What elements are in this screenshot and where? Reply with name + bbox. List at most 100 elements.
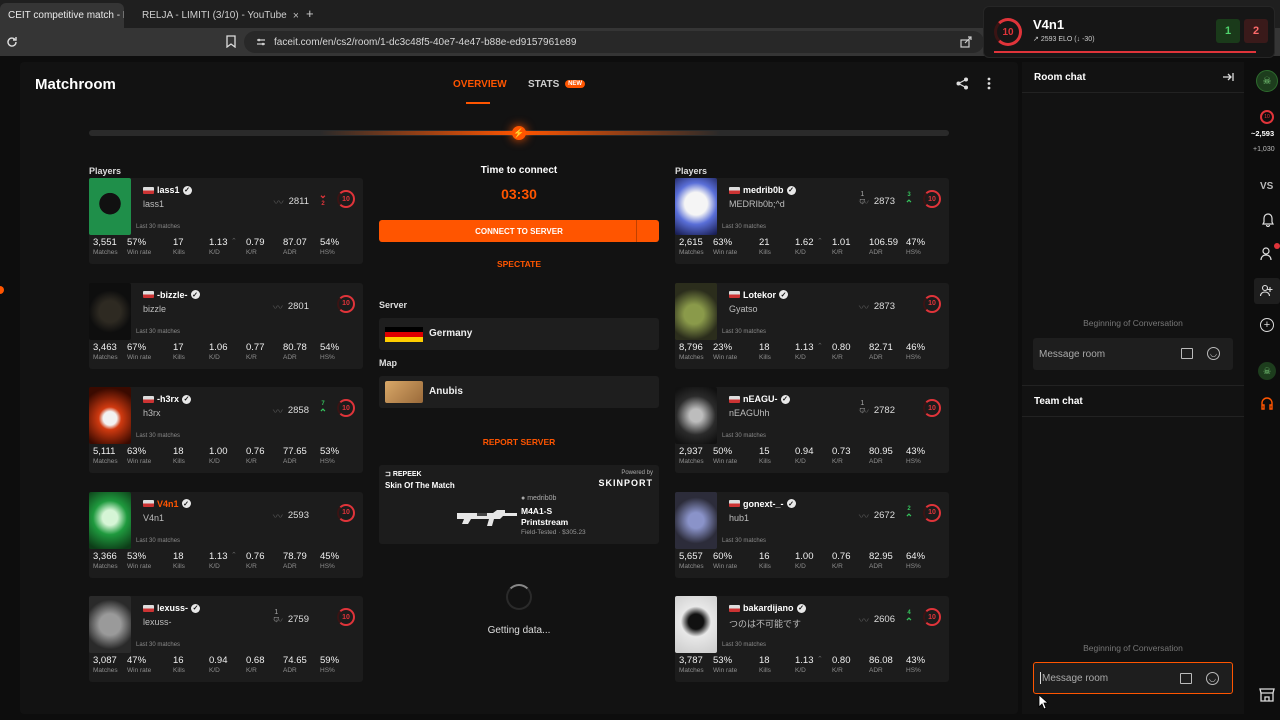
player-avatar[interactable]	[675, 596, 717, 653]
player-card[interactable]: lass1 ✓ lass1 〰 2811 ⌄ 2 10 Last 30 matches 3,551…	[89, 178, 363, 264]
emoji-icon[interactable]: ◡	[1207, 347, 1220, 360]
image-upload-icon[interactable]	[1181, 348, 1193, 359]
player-avatar[interactable]	[89, 178, 131, 235]
stat-label: Win rate	[127, 458, 152, 465]
player-card[interactable]: -h3rx ✓ h3rx 〰 2858 7 ⌃ 10 Last 30 matches 5,111 M…	[89, 387, 363, 473]
player-avatar[interactable]	[89, 491, 131, 549]
stat-value: 0.73	[832, 446, 851, 457]
stat-matches: 8,796 Matches	[679, 342, 704, 361]
stat-adr: 82.95 ADR	[869, 551, 893, 570]
stat-value: 0.76	[246, 550, 265, 562]
stat-value: 80.95	[869, 446, 893, 457]
player-avatar[interactable]	[89, 596, 131, 653]
collapse-chat-icon[interactable]	[1222, 72, 1234, 82]
stat-label: Matches	[93, 458, 118, 465]
tab-stats[interactable]: STATS NEW	[528, 79, 586, 90]
report-server-link[interactable]: REPORT SERVER	[379, 437, 659, 447]
stat-label: ADR	[869, 249, 883, 256]
chat-panel: Room chat Beginning of Conversation Mess…	[1022, 62, 1244, 714]
trend-icon: 〰	[272, 302, 283, 314]
more-options-icon[interactable]	[987, 77, 991, 90]
new-tab-button[interactable]: +	[306, 6, 314, 21]
player-card[interactable]: V4n1 ✓ V4n1 〰 2593 10 Last 30 matches 3,366 Matc…	[89, 491, 363, 578]
stat-value: 74.65	[283, 655, 307, 666]
store-icon[interactable]	[1259, 688, 1275, 702]
skill-level-icon: 10	[994, 18, 1022, 46]
player-nickname-row[interactable]: nEAGU- ✓	[729, 394, 790, 404]
player-card[interactable]: bakardijano ✓ つのは不可能です 〰 2606 4 ⌃ 10 Last 30 mat…	[675, 596, 949, 682]
last-30-matches-label: Last 30 matches	[136, 537, 181, 544]
player-nickname: Lotekor	[743, 289, 777, 300]
player-card[interactable]: Lotekor ✓ Gyatso 〰 2873 10 Last 30 matches 8,79…	[675, 282, 949, 369]
emoji-icon[interactable]: ◡	[1206, 672, 1219, 685]
player-nickname-row[interactable]: -bizzle- ✓	[143, 290, 200, 300]
url-field[interactable]: faceit.com/en/cs2/room/1-dc3c48f5-40e7-4…	[244, 31, 984, 53]
room-chat-input[interactable]: Message room ◡	[1033, 338, 1233, 370]
verified-icon: ✓	[786, 185, 796, 195]
connect-timer: 03:30	[501, 186, 537, 202]
stat-value: 0.76	[246, 446, 265, 457]
site-info-icon[interactable]	[256, 37, 266, 47]
player-avatar[interactable]	[675, 178, 717, 235]
player-nickname-row[interactable]: gonext-_- ✓	[729, 499, 796, 509]
stat-winrate: 60% Win rate	[713, 551, 737, 570]
team-chat-input[interactable]: Message room ◡	[1033, 662, 1233, 694]
player-nickname-row[interactable]: -h3rx ✓	[143, 394, 192, 404]
player-card[interactable]: lexuss- ✓ lexuss- 1 ⛉ 〰 2759 10 Last 30 matches 3…	[89, 596, 363, 682]
player-nickname-row[interactable]: lexuss- ✓	[143, 603, 201, 613]
popup-player-name: V4n1	[1033, 17, 1065, 32]
stat-label: ADR	[283, 249, 297, 256]
player-nickname-row[interactable]: Lotekor ✓	[729, 289, 789, 300]
server-selector[interactable]: Germany	[379, 318, 659, 350]
player-avatar[interactable]	[89, 387, 131, 444]
loading-spinner	[506, 584, 532, 610]
notifications-icon[interactable]	[1262, 213, 1274, 227]
tab-overview[interactable]: OVERVIEW	[453, 79, 507, 90]
kd-up-icon: ⌃	[817, 656, 823, 663]
spectate-link[interactable]: SPECTATE	[379, 259, 659, 269]
stat-label: HS%	[320, 667, 335, 674]
stat-value: 18	[759, 655, 770, 666]
skin-condition: Field-Tested · $305.23	[521, 529, 586, 536]
player-nickname-row[interactable]: medrib0b ✓	[729, 185, 796, 195]
player-elo: 〰 2873	[859, 299, 895, 314]
share-page-icon[interactable]	[960, 36, 972, 48]
country-flag-icon	[729, 186, 740, 194]
friends-icon[interactable]	[1260, 247, 1276, 261]
stat-kr: 0.80 K/R	[832, 342, 851, 361]
connect-to-server-button[interactable]: CONNECT TO SERVER	[379, 220, 659, 242]
skin-of-the-match-card[interactable]: ⊐ REPEEK Skin Of The Match Powered by SK…	[379, 465, 659, 544]
player-avatar[interactable]	[675, 282, 717, 340]
close-icon[interactable]: ×	[293, 10, 298, 22]
player-avatar[interactable]	[675, 387, 717, 444]
player-card[interactable]: nEAGU- ✓ nEAGUhh 1 ⛉ 〰 2782 10 Last 30 matches 2,…	[675, 387, 949, 473]
player-card[interactable]: medrib0b ✓ MEDRIb0b;^d 1 ⛉ 〰 2873 3 ⌃ 10 Last 30 m…	[675, 178, 949, 264]
player-avatar[interactable]	[89, 282, 131, 340]
player-card[interactable]: -bizzle- ✓ bizzle 〰 2801 10 Last 30 matches 3,4…	[89, 282, 363, 369]
trend-icon: ↗	[1033, 36, 1041, 43]
player-avatar[interactable]	[675, 491, 717, 549]
reload-icon[interactable]	[6, 36, 18, 48]
share-icon[interactable]	[956, 77, 969, 90]
add-icon[interactable]: +	[1260, 318, 1274, 332]
player-card[interactable]: gonext-_- ✓ hub1 〰 2672 2 ⌃ 10 Last 30 matches 5,…	[675, 491, 949, 578]
player-nickname-row[interactable]: V4n1 ✓	[143, 499, 191, 509]
player-nickname-row[interactable]: lass1 ✓	[143, 185, 192, 195]
tab-youtube[interactable]: RELJA - LIMITI (3/10) - YouTube ×	[128, 3, 298, 28]
stat-adr: 80.78 ADR	[283, 342, 307, 361]
stat-label: K/D	[209, 562, 220, 570]
image-upload-icon[interactable]	[1180, 673, 1192, 684]
headset-icon[interactable]	[1260, 396, 1274, 410]
stat-value: 8,796	[679, 341, 703, 353]
bookmark-icon[interactable]	[226, 35, 236, 48]
vs-icon[interactable]: VS	[1260, 181, 1273, 192]
tab-faceit[interactable]: CEIT competitive match - F ×	[0, 3, 124, 28]
player-nickname-row[interactable]: bakardijano ✓	[729, 603, 806, 613]
skinport-logo: SKINPORT	[598, 478, 653, 488]
stat-value: 5,111	[93, 446, 116, 457]
player-elo: 〰 2801	[273, 299, 309, 314]
club-avatar[interactable]: ☠	[1258, 362, 1276, 380]
profile-avatar[interactable]: ☠	[1256, 70, 1278, 92]
map-selector[interactable]: Anubis	[379, 376, 659, 408]
party-button[interactable]	[1254, 278, 1280, 304]
